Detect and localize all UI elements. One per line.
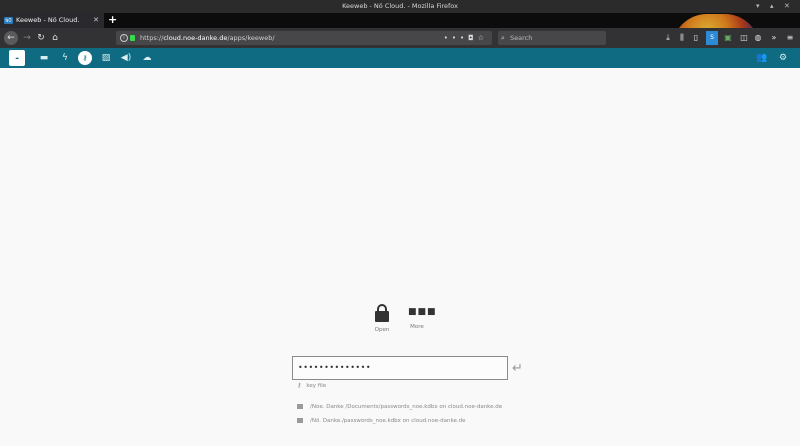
url-host: cloud.noe-danke.de: [163, 34, 228, 42]
key-icon: ⚷: [297, 382, 302, 389]
more-label: More: [410, 324, 424, 330]
key-file-link[interactable]: ⚷ key file: [297, 382, 326, 389]
minimize-icon[interactable]: ▾: [756, 0, 760, 13]
cloud-upload-icon[interactable]: ☁: [140, 51, 154, 65]
password-value: ••••••••••••••: [298, 363, 372, 372]
downloads-icon[interactable]: ⤓: [662, 31, 674, 45]
file-icon: [297, 418, 303, 423]
url-scheme: https://: [140, 34, 164, 42]
recent-file-item[interactable]: /Noe. Danke /Documents/passwords_noe.kdb…: [297, 404, 502, 410]
files-folder-icon[interactable]: ▬: [37, 51, 51, 65]
back-icon[interactable]: ←: [4, 31, 18, 45]
secure-lock-icon: [130, 35, 135, 41]
new-tab-button[interactable]: +: [108, 13, 117, 27]
tab-label: Keeweb - Nö Cloud.: [16, 16, 80, 24]
nextcloud-header: ☁ ▬ ϟ ⚷ ▨ ◀) ☁ 👥 ⚙: [0, 48, 800, 68]
tab-close-icon[interactable]: ✕: [93, 13, 99, 28]
contacts-icon[interactable]: 👥: [755, 51, 769, 65]
open-label: Open: [374, 327, 390, 333]
key-file-label: key file: [306, 383, 327, 389]
url-bar[interactable]: i https://cloud.noe-danke.de/apps/keeweb…: [116, 31, 492, 45]
recent-file-path: /Nö. Danke./passwords_noe.kdbx on cloud.…: [310, 418, 466, 424]
search-input[interactable]: ⌕ Search: [498, 31, 606, 45]
open-file-button[interactable]: Open: [367, 304, 397, 333]
hamburger-menu-icon[interactable]: ≡: [784, 31, 796, 45]
site-info-icon[interactable]: i: [120, 34, 128, 42]
recent-file-path: /Noe. Danke /Documents/passwords_noe.kdb…: [310, 404, 503, 410]
search-icon: ⌕: [501, 34, 505, 42]
page-actions-menu-icon[interactable]: •••: [444, 34, 468, 42]
extension-icon[interactable]: ◫: [738, 31, 750, 45]
more-button[interactable]: ■■■ More: [402, 304, 437, 331]
settings-gear-icon[interactable]: ⚙: [776, 51, 790, 65]
window-title: Keeweb - Nö Cloud. - Mozilla Firefox: [342, 2, 458, 10]
audio-speaker-icon[interactable]: ◀): [119, 51, 133, 65]
page-actions[interactable]: •••◘☆: [444, 31, 488, 45]
ellipsis-icon: ■■■: [408, 307, 437, 317]
url-path: /apps/keeweb/: [227, 34, 275, 42]
enter-submit-icon[interactable]: ↵: [512, 361, 523, 376]
bookmark-star-icon[interactable]: ☆: [478, 34, 488, 42]
sidebar-icon[interactable]: ▯: [690, 31, 702, 45]
window-titlebar: Keeweb - Nö Cloud. - Mozilla Firefox ▾ ▴…: [0, 0, 800, 13]
forward-icon[interactable]: →: [20, 31, 34, 45]
home-icon[interactable]: ⌂: [48, 31, 62, 45]
library-icon[interactable]: ⫼: [676, 31, 688, 45]
password-input[interactable]: ••••••••••••••: [292, 356, 508, 380]
search-placeholder: Search: [510, 34, 533, 42]
nextcloud-logo[interactable]: ☁: [9, 50, 25, 66]
keeweb-open-view: Open ■■■ More •••••••••••••• ↵ ⚷ key file…: [0, 68, 800, 446]
reload-icon[interactable]: ↻: [34, 31, 48, 45]
extension-circle-icon[interactable]: ◍: [752, 31, 764, 45]
tab-keeweb[interactable]: NÖ Keeweb - Nö Cloud. ✕: [0, 13, 104, 28]
keeweb-favicon-icon: NÖ: [4, 17, 13, 24]
recent-file-item[interactable]: /Nö. Danke./passwords_noe.kdbx on cloud.…: [297, 418, 465, 424]
file-icon: [297, 404, 303, 409]
extension-blue-icon[interactable]: S: [706, 31, 718, 45]
extension-green-icon[interactable]: ▣: [722, 31, 734, 45]
gallery-image-icon[interactable]: ▨: [99, 51, 113, 65]
lock-icon: [375, 304, 389, 322]
pocket-icon[interactable]: ◘: [468, 34, 478, 42]
keeweb-key-icon[interactable]: ⚷: [78, 51, 92, 65]
activity-bolt-icon[interactable]: ϟ: [58, 51, 72, 65]
navigation-toolbar: ← → ↻ ⌂ i https://cloud.noe-danke.de/app…: [0, 28, 800, 48]
close-window-icon[interactable]: ✕: [784, 0, 790, 13]
maximize-icon[interactable]: ▴: [770, 0, 774, 13]
overflow-chevron-icon[interactable]: »: [768, 31, 780, 45]
